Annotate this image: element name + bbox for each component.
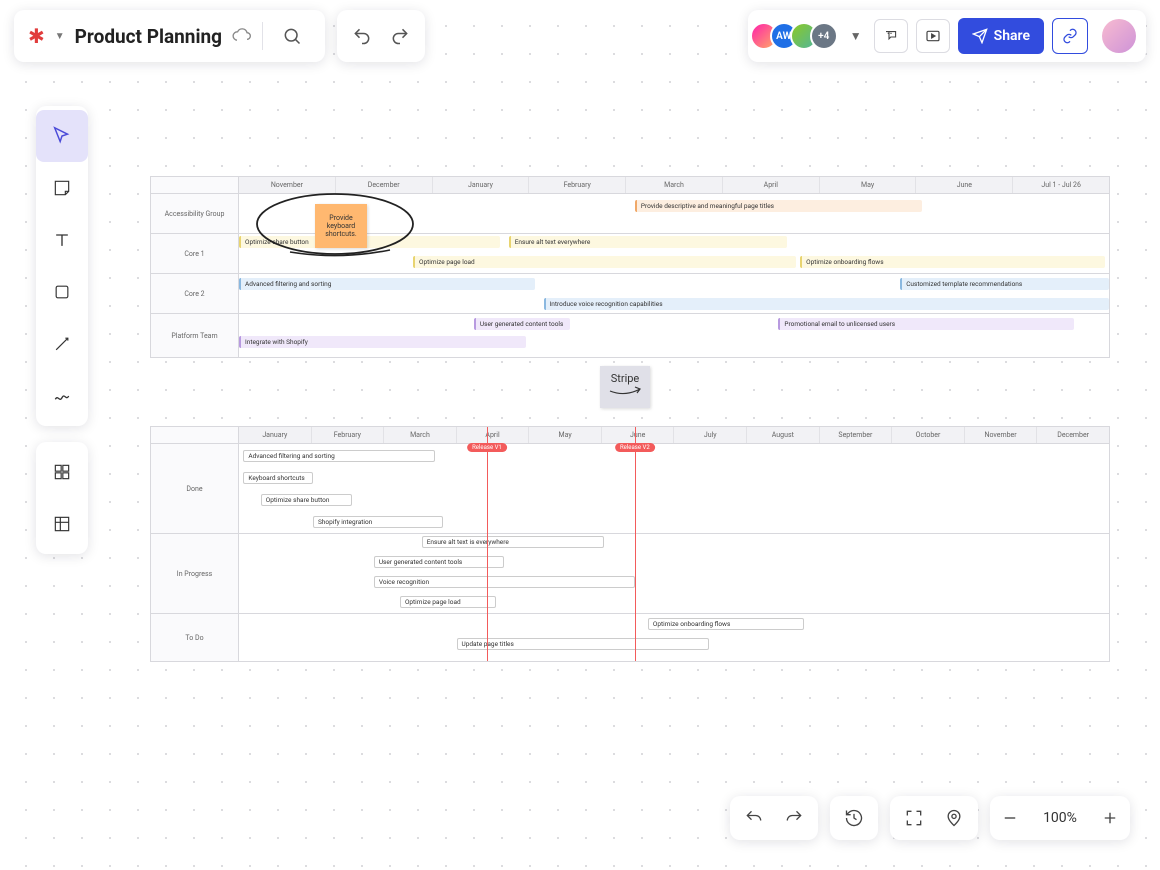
timeline-bar[interactable]: Provide descriptive and meaningful page … (635, 200, 922, 212)
chevron-down-icon[interactable]: ▼ (55, 31, 65, 42)
avatar-more[interactable]: +4 (810, 22, 838, 50)
comment-button[interactable] (874, 19, 908, 53)
timeline-bar[interactable]: Voice recognition (374, 576, 635, 588)
month-header: January (239, 427, 311, 443)
month-header: June (915, 177, 1012, 193)
shape-tool[interactable] (36, 266, 88, 318)
freehand-tool[interactable] (36, 370, 88, 422)
release-marker[interactable]: Release V2 (615, 443, 655, 452)
zoom-level[interactable]: 100% (1030, 810, 1090, 826)
timeline-bar[interactable]: Update page titles (457, 638, 709, 650)
month-header: February (311, 427, 384, 443)
month-header: March (383, 427, 456, 443)
timeline-bar[interactable]: Optimize page load (400, 596, 496, 608)
release-marker[interactable]: Release V1 (467, 443, 507, 452)
month-header: April (456, 427, 529, 443)
timeline-chart-1[interactable]: November December January February March… (150, 176, 1110, 358)
month-header: June (601, 427, 674, 443)
templates-tool[interactable] (36, 446, 88, 498)
undo-redo-card (337, 10, 425, 62)
row-label: Platform Team (151, 314, 239, 357)
month-header: December (335, 177, 432, 193)
month-header: February (528, 177, 625, 193)
timeline-bar[interactable]: Optimize share button (261, 494, 352, 506)
sticky-note[interactable]: Provide keyboard shortcuts. (315, 204, 367, 248)
timeline-bar[interactable]: User generated content tools (474, 318, 570, 330)
month-header: July (673, 427, 746, 443)
row-label: Core 1 (151, 234, 239, 273)
tool-panel-secondary (36, 442, 88, 554)
timeline-bar[interactable]: Advanced filtering and sorting (243, 450, 434, 462)
timeline-bar[interactable]: Ensure alt text is everywhere (422, 536, 605, 548)
user-avatar[interactable] (1102, 19, 1136, 53)
month-header: December (1036, 427, 1109, 443)
board-title[interactable]: Product Planning (75, 25, 222, 48)
month-header: November (239, 177, 335, 193)
history-button[interactable] (834, 798, 874, 838)
timeline-bar[interactable]: Optimize onboarding flows (800, 256, 1105, 268)
timeline-bar[interactable]: Optimize onboarding flows (648, 618, 805, 630)
text-tool[interactable] (36, 214, 88, 266)
timeline-bar[interactable]: Keyboard shortcuts (243, 472, 313, 484)
month-header: September (819, 427, 892, 443)
select-tool[interactable] (36, 110, 88, 162)
zoom-card: 100% (990, 796, 1130, 840)
month-header: March (625, 177, 722, 193)
history-card (830, 796, 878, 840)
line-tool[interactable] (36, 318, 88, 370)
zoom-out-button[interactable] (990, 798, 1030, 838)
sticky-note-tool[interactable] (36, 162, 88, 214)
redo-nav-button[interactable] (774, 798, 814, 838)
present-button[interactable] (916, 19, 950, 53)
timeline-bar[interactable]: Introduce voice recognition capabilities (544, 298, 1110, 310)
title-card: ✱ ▼ Product Planning (14, 10, 325, 62)
month-header: May (528, 427, 601, 443)
timeline-bar[interactable]: Optimize page load (413, 256, 796, 268)
undo-nav-button[interactable] (734, 798, 774, 838)
location-button[interactable] (934, 798, 974, 838)
redo-button[interactable] (381, 17, 419, 55)
month-header: May (819, 177, 916, 193)
row-label: In Progress (151, 534, 239, 613)
cloud-sync-icon[interactable] (232, 26, 252, 46)
app-logo-icon: ✱ (28, 26, 45, 46)
row-label: To Do (151, 614, 239, 661)
timeline-bar[interactable]: Advanced filtering and sorting (239, 278, 535, 290)
timeline-bar[interactable]: Optimize share button (239, 236, 500, 248)
timeline-bar[interactable]: Ensure alt text everywhere (509, 236, 787, 248)
month-header: Jul 1 - Jul 26 (1012, 177, 1109, 193)
share-button[interactable]: Share (958, 18, 1044, 54)
month-header: April (722, 177, 819, 193)
share-label: Share (994, 28, 1030, 44)
timeline-bar[interactable]: Shopify integration (313, 516, 444, 528)
collaboration-card: AW +4 ▼ Share (748, 10, 1146, 62)
sticky-note[interactable]: Stripe (600, 366, 650, 408)
timeline-bar[interactable]: User generated content tools (374, 556, 505, 568)
copy-link-button[interactable] (1052, 18, 1088, 54)
month-header: January (432, 177, 529, 193)
undo-button[interactable] (343, 17, 381, 55)
view-card (890, 796, 978, 840)
row-label: Done (151, 444, 239, 533)
frame-tool[interactable] (36, 498, 88, 550)
row-label: Accessibility Group (151, 194, 239, 233)
month-header: October (891, 427, 964, 443)
timeline-chart-2[interactable]: Release V1 Release V2 January February M… (150, 426, 1110, 662)
month-header: November (964, 427, 1037, 443)
collaborators-dropdown[interactable]: ▼ (846, 29, 866, 43)
row-label: Core 2 (151, 274, 239, 313)
month-header: August (746, 427, 819, 443)
timeline-bar[interactable]: Promotional email to unlicensed users (778, 318, 1074, 330)
nav-card (730, 796, 818, 840)
search-button[interactable] (273, 17, 311, 55)
fit-screen-button[interactable] (894, 798, 934, 838)
timeline-bar[interactable]: Customized template recommendations (900, 278, 1109, 290)
collaborator-avatars[interactable]: AW +4 (758, 22, 838, 50)
tool-panel (36, 106, 88, 426)
zoom-in-button[interactable] (1090, 798, 1130, 838)
timeline-bar[interactable]: Integrate with Shopify (239, 336, 526, 348)
